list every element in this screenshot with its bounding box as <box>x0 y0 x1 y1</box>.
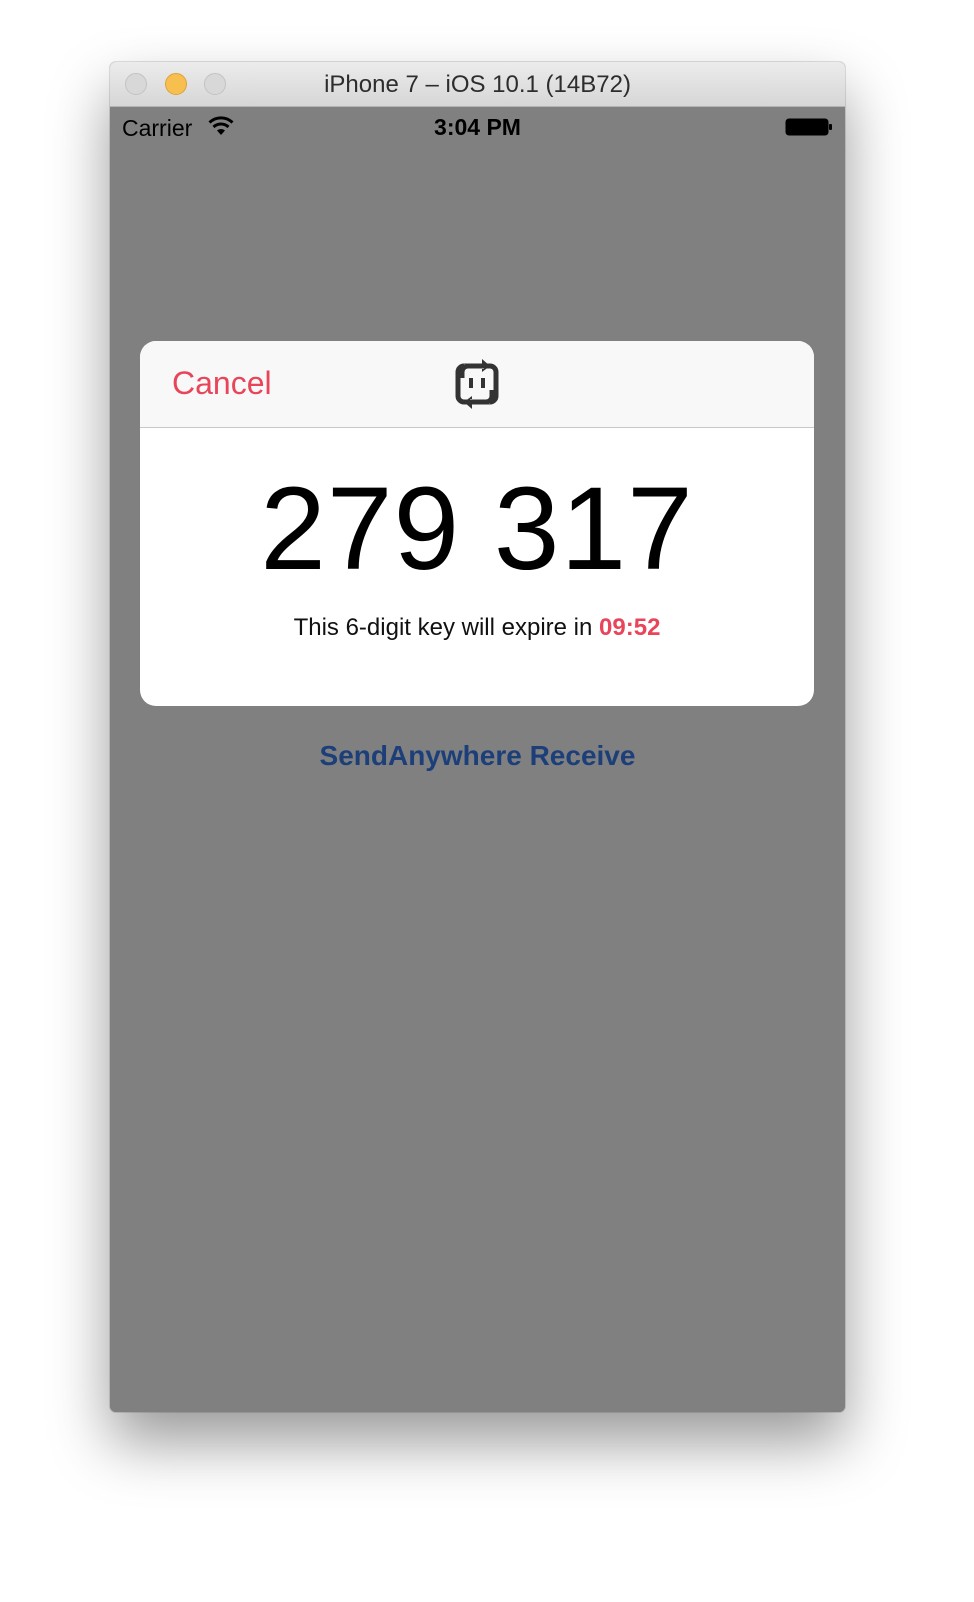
sendanywhere-receive-button[interactable]: SendAnywhere Receive <box>110 740 845 772</box>
window-title: iPhone 7 – iOS 10.1 (14B72) <box>324 71 631 98</box>
sendanywhere-logo-icon <box>455 359 499 409</box>
battery-icon <box>785 118 832 136</box>
transfer-key: 279 317 <box>260 463 694 595</box>
send-key-dialog: Cancel 279 317 This 6-digit key will exp… <box>140 341 814 706</box>
simulator-window: iPhone 7 – iOS 10.1 (14B72) Carrier 3:04… <box>110 62 845 1412</box>
status-bar: Carrier 3:04 PM <box>110 107 845 147</box>
cancel-button[interactable]: Cancel <box>172 365 272 402</box>
status-time: 3:04 PM <box>434 114 521 140</box>
device-screen: Carrier 3:04 PM Cancel 279 317 This 6-di… <box>110 107 845 1412</box>
expire-message: This 6-digit key will expire in 09:52 <box>140 614 814 642</box>
expire-prefix: This 6-digit key will expire in <box>293 614 593 641</box>
expire-countdown: 09:52 <box>599 614 661 641</box>
window-titlebar: iPhone 7 – iOS 10.1 (14B72) <box>110 62 845 107</box>
dialog-header: Cancel <box>140 341 814 428</box>
